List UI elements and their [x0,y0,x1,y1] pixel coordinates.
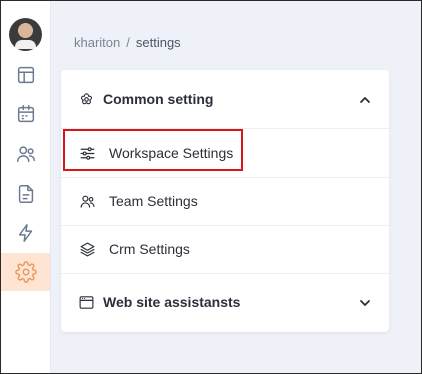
sidebar-item-documents[interactable] [1,175,50,213]
breadcrumb-current: settings [135,35,181,50]
sidebar-item-automation[interactable] [1,214,50,252]
sidebar-item-dashboard[interactable] [1,56,50,94]
team-settings-label: Team Settings [109,193,198,209]
common-setting-header[interactable]: Common setting [61,84,389,114]
document-icon [18,185,33,203]
settings-panel: Common setting Workspace Settings Team S… [61,70,389,332]
web-site-assistants-header[interactable]: Web site assistansts [61,287,389,317]
crm-settings-item[interactable]: Crm Settings [61,234,389,264]
team-settings-item[interactable]: Team Settings [61,186,389,216]
calendar-icon [17,105,34,123]
lightning-icon [18,224,32,242]
divider [61,273,389,274]
common-setting-title: Common setting [103,91,214,107]
users-icon [16,146,35,163]
chevron-up-icon [359,93,371,105]
divider [61,225,389,226]
sidebar-item-users[interactable] [1,135,50,173]
flower-icon [77,90,95,108]
breadcrumb-separator: / [126,35,130,50]
divider [61,177,389,178]
web-site-assistants-title: Web site assistansts [103,294,241,310]
users-icon [78,192,96,210]
chevron-down-icon [359,296,371,308]
sidebar-item-settings[interactable] [1,253,50,291]
sidebar [1,1,51,373]
browser-icon [77,293,95,311]
highlight-box [63,129,243,171]
crm-settings-label: Crm Settings [109,241,190,257]
avatar[interactable] [9,18,42,51]
breadcrumb-parent[interactable]: khariton [74,35,120,50]
app-window: khariton / settings Common setting Workspa… [0,0,422,374]
layers-icon [78,240,96,258]
breadcrumb: khariton / settings [74,35,181,50]
sidebar-item-calendar[interactable] [1,95,50,133]
gear-icon [14,261,37,283]
layout-icon [17,66,34,84]
